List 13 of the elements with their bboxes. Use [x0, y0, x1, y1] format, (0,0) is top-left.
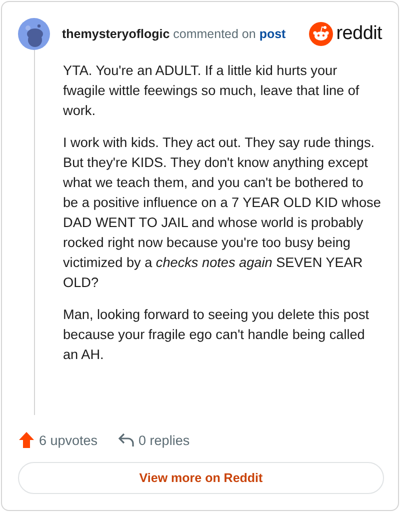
comment-paragraph: I work with kids. They act out. They say rude things. But they're KIDS. They don't know anything except what we teach them, and you can't be bothered to be a positive influence on a 7 YEAR OLD KID whose DAD WENT TO JAIL and whose world is probably rocked right now because you're too busy being victimized by a checks notes again SEVEN YEAR OLD?: [63, 134, 382, 292]
upvote-count: 6 upvotes: [39, 432, 98, 448]
reddit-logo-icon: [309, 22, 334, 46]
reply-count: 0 replies: [138, 432, 190, 448]
comment-paragraph: Man, looking forward to seeing you delete this post because your fragile ego can't handle being called an AH.: [63, 306, 370, 364]
reply-icon[interactable]: [118, 433, 134, 447]
brand-wordmark: reddit: [336, 23, 382, 45]
view-more-button[interactable]: View more on Reddit: [18, 462, 384, 494]
post-link[interactable]: post: [259, 27, 286, 41]
comment-paragraph: YTA. You're an ADULT. If a little kid hurts your fwagile wittle feewings so much, leave that line of work.: [63, 62, 360, 120]
comment-header: themysteryoflogic commented on post: [62, 27, 287, 41]
avatar-icon: [18, 18, 50, 50]
upvote-icon[interactable]: [19, 432, 34, 448]
